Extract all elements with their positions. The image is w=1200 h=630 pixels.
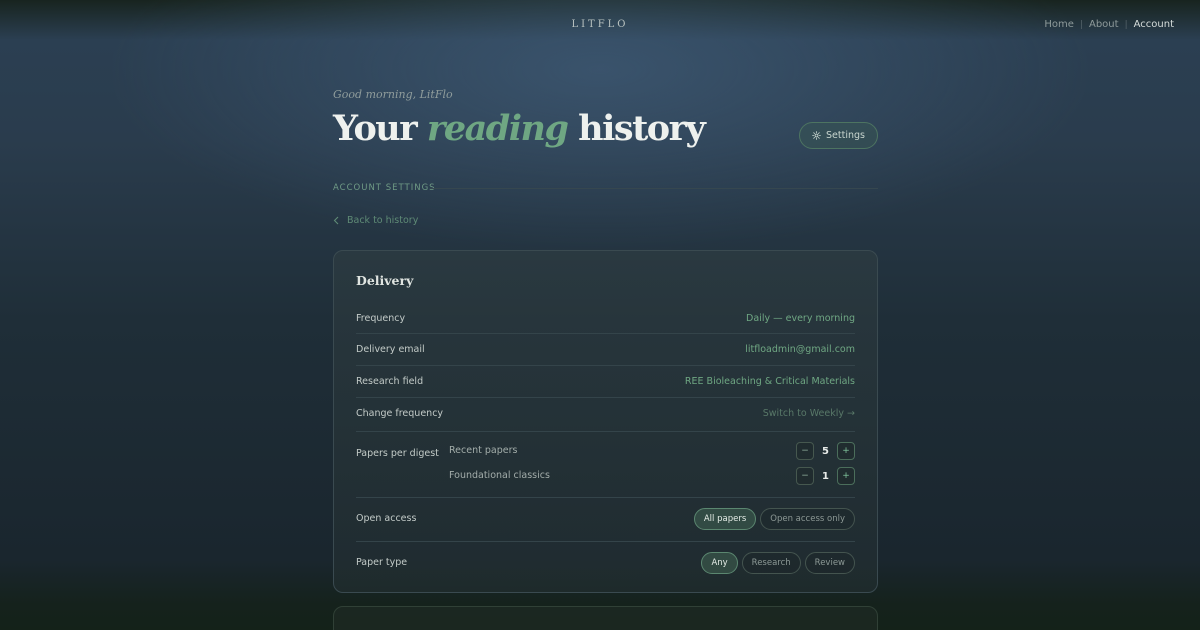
- section-divider: [430, 188, 878, 189]
- option-open-access-only[interactable]: Open access only: [760, 508, 855, 530]
- frequency-value: Daily — every morning: [746, 313, 855, 324]
- nav-link-account[interactable]: Account: [1134, 19, 1174, 30]
- greeting: Good morning, LitFlo: [333, 88, 453, 101]
- row-label: Frequency: [356, 313, 406, 324]
- increment-button[interactable]: +: [837, 467, 855, 485]
- section-label: ACCOUNT SETTINGS: [333, 183, 436, 193]
- card-title: Delivery: [356, 273, 414, 288]
- nav-link-home[interactable]: Home: [1044, 19, 1074, 30]
- increment-button[interactable]: +: [837, 442, 855, 460]
- email-row: Delivery email litfloadmin@gmail.com: [356, 334, 855, 366]
- delivery-card: Delivery Frequency Daily — every morning…: [333, 250, 878, 593]
- option-review[interactable]: Review: [804, 552, 855, 574]
- nav-separator: |: [1079, 19, 1083, 30]
- chevron-left-icon: [333, 216, 339, 225]
- back-label: Back to history: [347, 215, 419, 226]
- next-card: [333, 606, 878, 630]
- decrement-button[interactable]: −: [796, 467, 814, 485]
- row-label: Open access: [356, 513, 417, 524]
- paper-type-toggle: Any Research Review: [701, 552, 855, 574]
- nav-separator: |: [1124, 19, 1128, 30]
- option-any[interactable]: Any: [701, 552, 738, 574]
- open-access-toggle: All papers Open access only: [693, 508, 855, 530]
- recent-papers-label: Recent papers: [449, 445, 518, 456]
- brand-logo[interactable]: LITFLO: [0, 19, 1200, 30]
- row-label: Research field: [356, 376, 424, 387]
- classics-stepper: − 1 +: [796, 467, 855, 485]
- papers-per-digest-row: Papers per digest Recent papers − 5 + Fo…: [356, 432, 855, 498]
- settings-button[interactable]: Settings: [799, 122, 878, 149]
- title-part-2: history: [567, 108, 706, 149]
- gear-icon: [812, 131, 821, 140]
- research-field-row: Research field REE Bioleaching & Critica…: [356, 366, 855, 398]
- nav-link-about[interactable]: About: [1089, 19, 1119, 30]
- title-accent: reading: [426, 108, 569, 149]
- settings-label: Settings: [826, 130, 865, 141]
- back-link[interactable]: Back to history: [333, 215, 418, 226]
- recent-papers-stepper: − 5 +: [796, 442, 855, 460]
- email-value: litfloadmin@gmail.com: [745, 344, 855, 355]
- classics-value: 1: [822, 470, 829, 482]
- classics-label: Foundational classics: [449, 470, 550, 481]
- row-label: Delivery email: [356, 344, 425, 355]
- page-title: Your reading history: [333, 108, 706, 149]
- switch-weekly-link[interactable]: Switch to Weekly →: [763, 408, 855, 419]
- research-field-value: REE Bioleaching & Critical Materials: [684, 376, 855, 387]
- paper-type-row: Paper type Any Research Review: [356, 542, 855, 586]
- row-label: Paper type: [356, 557, 408, 568]
- row-label: Papers per digest: [356, 448, 439, 459]
- top-nav: LITFLO Home | About | Account: [0, 0, 1200, 50]
- option-research[interactable]: Research: [741, 552, 801, 574]
- option-all-papers[interactable]: All papers: [693, 508, 757, 530]
- decrement-button[interactable]: −: [796, 442, 814, 460]
- recent-papers-value: 5: [822, 445, 829, 457]
- change-frequency-row: Change frequency Switch to Weekly →: [356, 398, 855, 432]
- nav-links: Home | About | Account: [1044, 19, 1174, 30]
- frequency-row: Frequency Daily — every morning: [356, 303, 855, 334]
- row-label: Change frequency: [356, 408, 444, 419]
- open-access-row: Open access All papers Open access only: [356, 498, 855, 542]
- title-part-1: Your: [333, 108, 427, 149]
